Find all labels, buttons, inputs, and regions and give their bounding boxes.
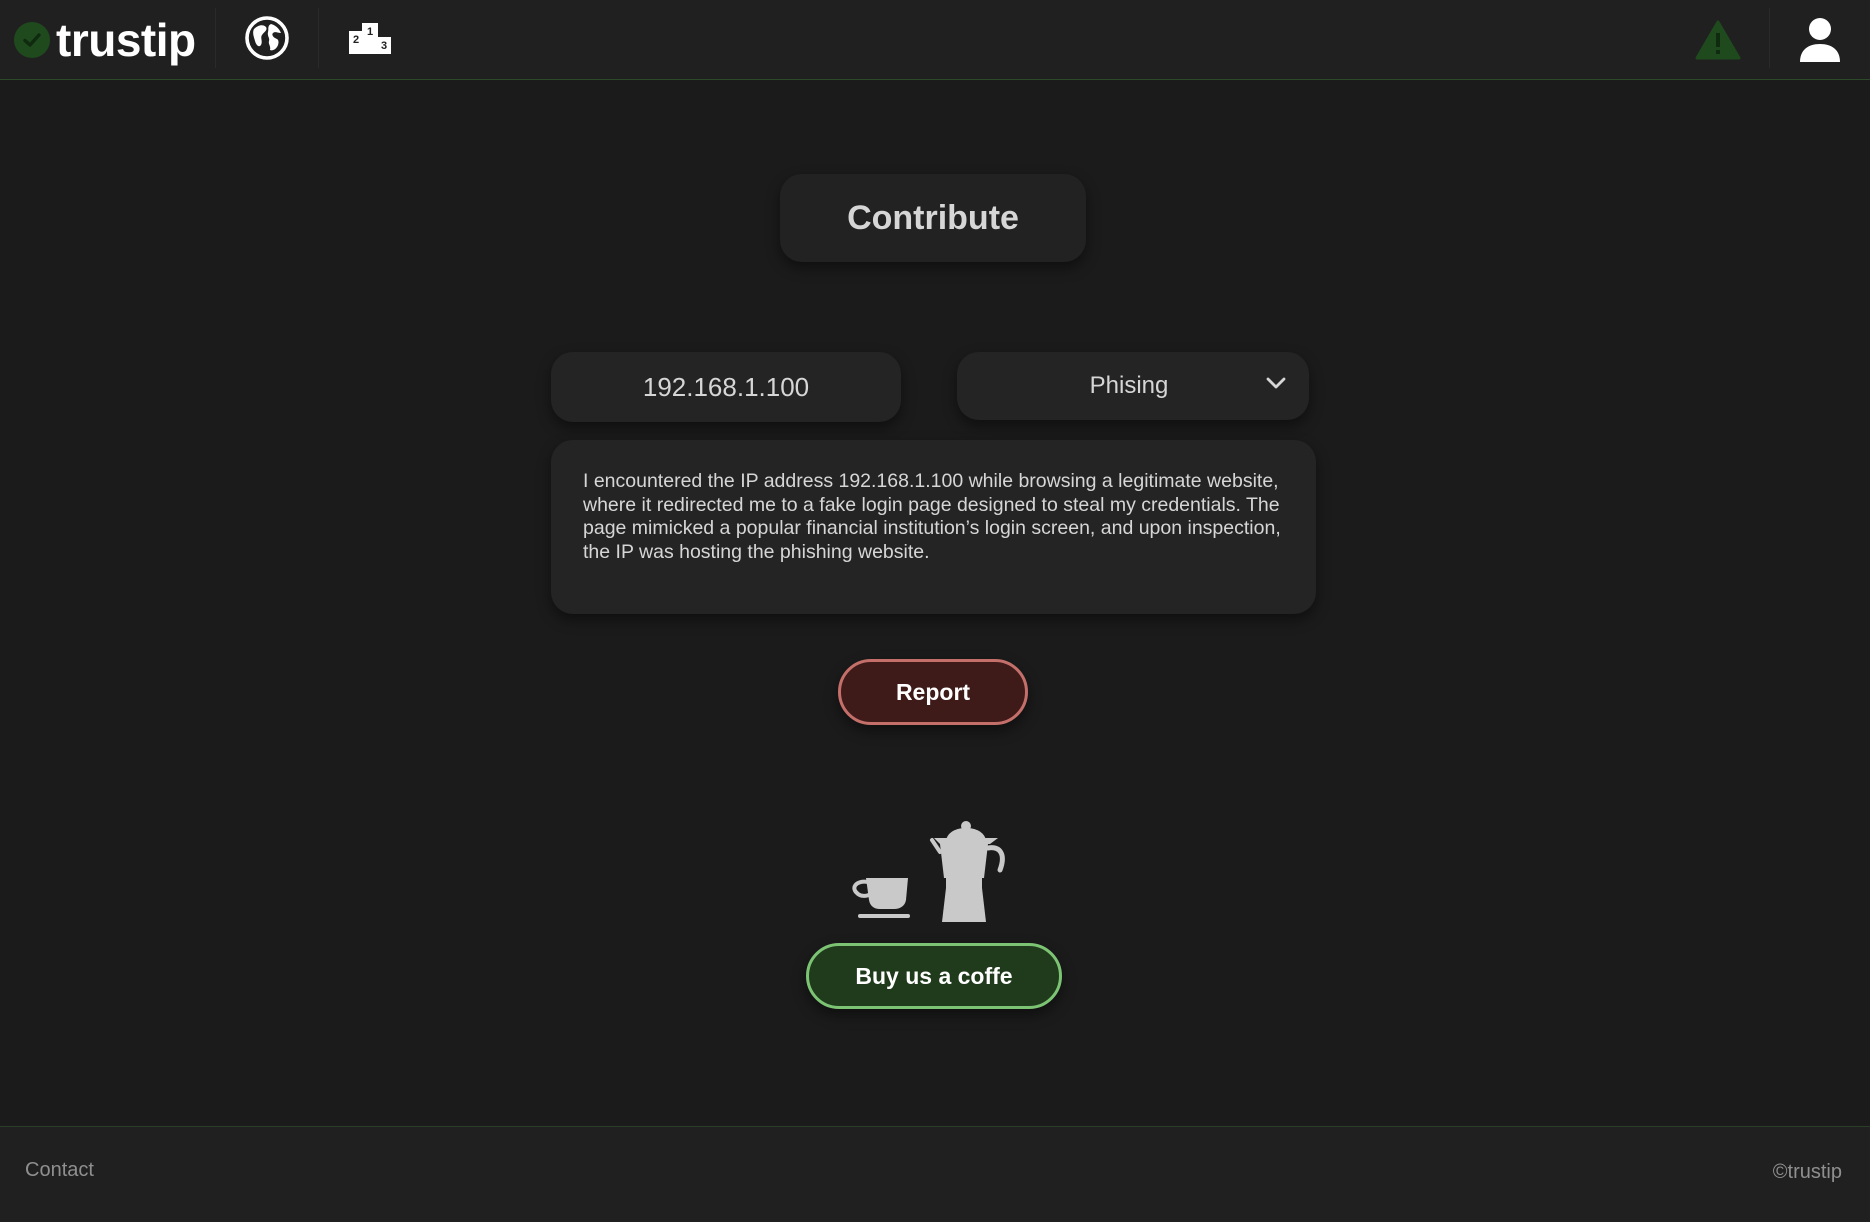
ip-address-input[interactable]: [551, 352, 901, 422]
page-title: Contribute: [780, 174, 1086, 262]
podium-icon[interactable]: 1 2 3: [346, 18, 394, 58]
divider: [1769, 8, 1770, 68]
top-navigation-bar: trustip 1 2 3: [0, 0, 1870, 80]
footer: Contact ©trustip: [0, 1126, 1870, 1222]
contact-link[interactable]: Contact: [25, 1159, 94, 1182]
coffee-cup-icon: [852, 878, 910, 918]
buy-coffee-button[interactable]: Buy us a coffe: [806, 943, 1062, 1009]
warning-icon[interactable]: [1694, 18, 1742, 62]
svg-text:2: 2: [353, 34, 359, 46]
svg-text:3: 3: [381, 40, 387, 52]
copyright-text: ©trustip: [1772, 1161, 1842, 1183]
logo-text: trustip: [56, 14, 196, 66]
globe-icon[interactable]: [243, 14, 291, 62]
description-text: I encountered the IP address 192.168.1.1…: [583, 470, 1281, 563]
divider: [215, 8, 216, 68]
moka-pot-icon: [930, 821, 1005, 922]
divider: [318, 8, 319, 68]
threat-type-value: Phising: [1089, 372, 1169, 399]
chevron-down-icon: [1266, 377, 1286, 389]
check-icon: [14, 22, 50, 58]
description-textarea[interactable]: I encountered the IP address 192.168.1.1…: [551, 440, 1316, 614]
user-icon[interactable]: [1796, 14, 1844, 66]
svg-text:1: 1: [367, 26, 373, 38]
report-button[interactable]: Report: [838, 659, 1028, 725]
threat-type-select[interactable]: Phising: [957, 352, 1309, 420]
coffee-illustration: [840, 818, 1020, 928]
logo[interactable]: trustip: [14, 16, 196, 64]
